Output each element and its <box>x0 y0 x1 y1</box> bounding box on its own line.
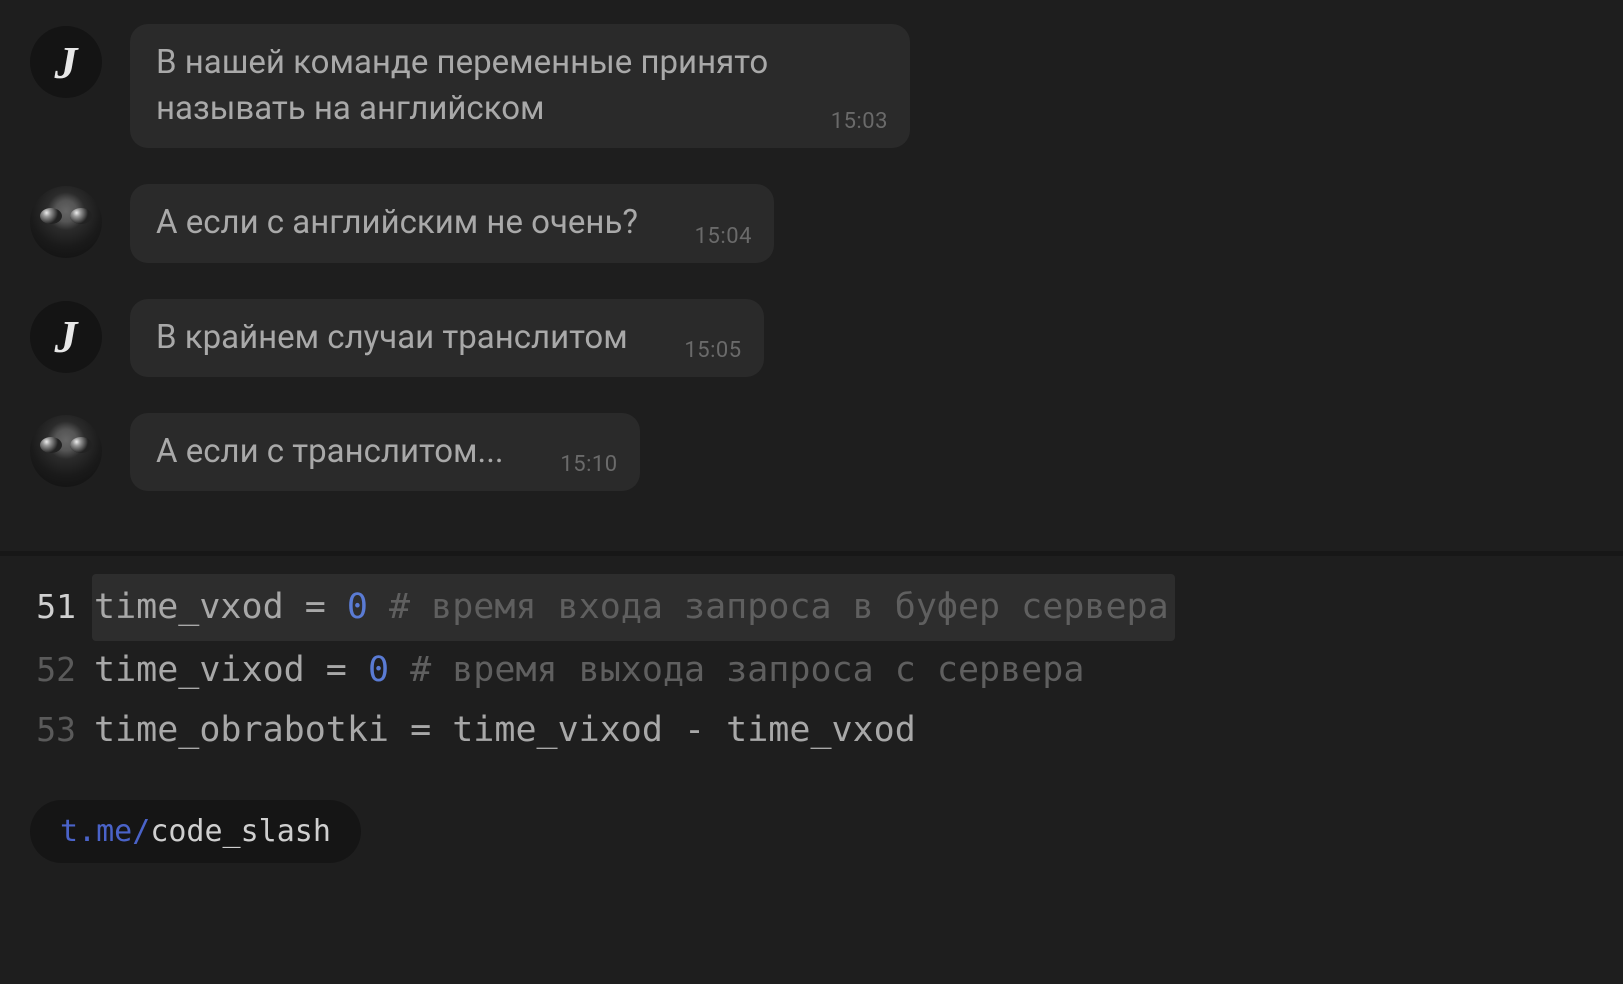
code-line[interactable]: 51 time_vxod = 0 # время входа запроса в… <box>18 574 1593 642</box>
code-line[interactable]: 53 time_obrabotki = time_vixod - time_vx… <box>18 701 1593 761</box>
message-bubble[interactable]: А если с транслитом... 15:10 <box>130 413 640 491</box>
code-content: time_obrabotki = time_vixod - time_vxod <box>94 701 916 761</box>
chat-panel: J В нашей команде переменные принято наз… <box>0 0 1623 551</box>
message-bubble[interactable]: А если с английским не очень? 15:04 <box>130 184 774 262</box>
link-domain: t.me/ <box>60 814 150 849</box>
message-text: В нашей команде переменные принято назыв… <box>156 40 884 132</box>
code-content: time_vixod = 0 # время выхода запроса с … <box>94 641 1084 701</box>
line-number: 52 <box>18 642 76 698</box>
message-row: А если с английским не очень? 15:04 <box>30 184 1593 262</box>
token-number: 0 <box>347 587 368 627</box>
avatar-letter[interactable]: J <box>30 26 102 98</box>
footer: t.me/code_slash <box>0 760 1623 863</box>
avatar-image[interactable] <box>30 186 102 258</box>
message-text: В крайнем случаи транслитом <box>156 315 738 361</box>
code-panel: 51 time_vxod = 0 # время входа запроса в… <box>0 556 1623 761</box>
token-variable: time_vixod <box>94 650 305 690</box>
token-operator: = <box>305 650 368 690</box>
avatar-image[interactable] <box>30 415 102 487</box>
token-number: 0 <box>368 650 389 690</box>
line-number: 53 <box>18 702 76 758</box>
code-line[interactable]: 52 time_vixod = 0 # время выхода запроса… <box>18 641 1593 701</box>
token-variable: time_vxod <box>94 587 284 627</box>
token-comment: # время входа запроса в буфер сервера <box>368 587 1169 627</box>
message-row: J В крайнем случаи транслитом 15:05 <box>30 299 1593 377</box>
token-expression: time_vixod - time_vxod <box>452 710 916 750</box>
channel-link[interactable]: t.me/code_slash <box>30 800 361 863</box>
avatar-letter[interactable]: J <box>30 301 102 373</box>
message-timestamp: 15:04 <box>695 224 752 249</box>
message-timestamp: 15:03 <box>831 109 888 134</box>
link-path: code_slash <box>150 814 331 849</box>
code-content: time_vxod = 0 # время входа запроса в бу… <box>92 574 1175 642</box>
token-operator: = <box>284 587 347 627</box>
message-timestamp: 15:10 <box>560 452 617 477</box>
token-comment: # время выхода запроса с сервера <box>389 650 1084 690</box>
message-timestamp: 15:05 <box>684 338 741 363</box>
message-row: J В нашей команде переменные принято наз… <box>30 24 1593 148</box>
avatar-initial: J <box>55 36 78 89</box>
avatar-initial: J <box>55 310 78 363</box>
message-bubble[interactable]: В нашей команде переменные принято назыв… <box>130 24 910 148</box>
message-row: А если с транслитом... 15:10 <box>30 413 1593 491</box>
message-text: А если с транслитом... <box>156 429 614 475</box>
line-number: 51 <box>18 579 76 635</box>
message-bubble[interactable]: В крайнем случаи транслитом 15:05 <box>130 299 764 377</box>
token-operator: = <box>389 710 452 750</box>
message-text: А если с английским не очень? <box>156 200 748 246</box>
token-variable: time_obrabotki <box>94 710 389 750</box>
